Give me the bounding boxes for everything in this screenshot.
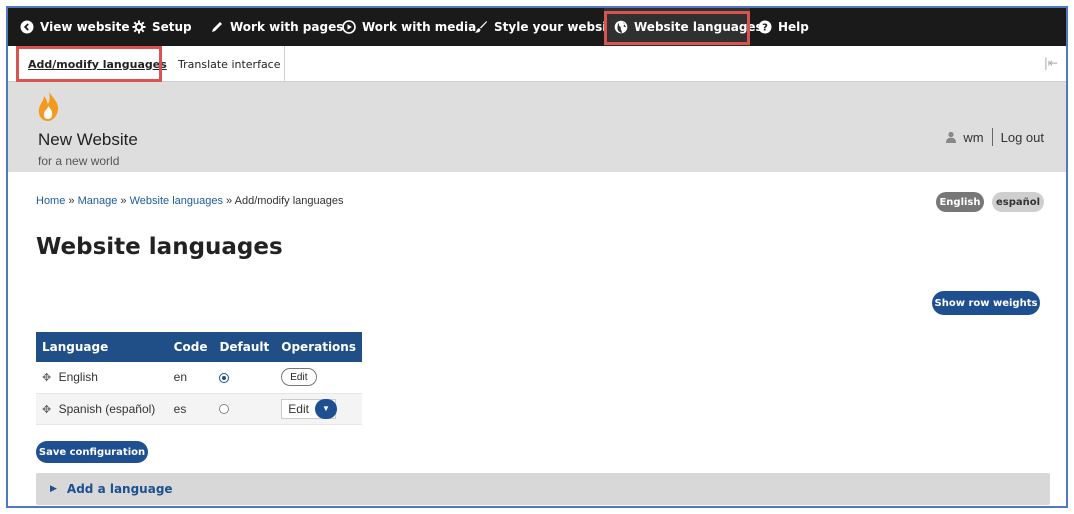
- languages-table: Language Code Default Operations ✥ Engli…: [36, 332, 362, 425]
- show-row-weights-button[interactable]: Show row weights: [932, 291, 1040, 315]
- language-switch-english[interactable]: English: [936, 192, 984, 212]
- divider: [991, 128, 993, 146]
- secondary-tabs: Add/modify languages Translate interface…: [8, 46, 1066, 82]
- toolbar-label: Help: [778, 20, 809, 34]
- flame-icon[interactable]: [36, 90, 62, 122]
- default-radio[interactable]: [219, 404, 230, 415]
- edit-button[interactable]: Edit: [281, 368, 317, 387]
- breadcrumb-website-languages[interactable]: Website languages: [130, 195, 223, 207]
- language-switch-espanol[interactable]: español: [992, 192, 1044, 212]
- site-header: New Website for a new world wm Log out: [8, 82, 1066, 172]
- column-header-default: Default: [213, 332, 276, 362]
- table-row: ✥ English en Edit: [36, 362, 362, 394]
- add-language-details[interactable]: ▶ Add a language: [36, 473, 1050, 505]
- breadcrumb-current: Add/modify languages: [234, 195, 344, 207]
- pencil-icon: [212, 22, 222, 32]
- breadcrumb-separator: »: [120, 195, 127, 207]
- breadcrumb-separator: »: [226, 195, 233, 207]
- breadcrumb-home[interactable]: Home: [36, 195, 65, 207]
- pill-label: español: [995, 196, 1041, 208]
- operations-cell: Edit ▼: [275, 393, 362, 425]
- details-summary-label: Add a language: [66, 482, 173, 496]
- toolbar-work-with-media[interactable]: Work with media: [342, 8, 476, 46]
- code-cell: es: [167, 393, 214, 425]
- user-menu: wm Log out: [945, 128, 1044, 146]
- play-circle-icon: [342, 20, 356, 34]
- breadcrumb-separator: »: [68, 195, 75, 207]
- site-name[interactable]: New Website: [38, 130, 138, 150]
- operations-cell: Edit: [275, 362, 362, 394]
- toolbar-view-website[interactable]: View website: [20, 8, 130, 46]
- edit-dropbutton[interactable]: Edit ▼: [281, 398, 337, 419]
- default-cell: [213, 362, 276, 394]
- question-circle-icon: ?: [758, 20, 772, 34]
- save-configuration-button[interactable]: Save configuration: [36, 441, 148, 463]
- user-icon: [946, 131, 957, 143]
- button-label: Show row weights: [934, 297, 1038, 309]
- toolbar-setup[interactable]: Setup: [132, 8, 192, 46]
- highlight-box-add-modify: [16, 46, 162, 82]
- expand-triangle-icon: ▶: [50, 484, 57, 494]
- toolbar-help[interactable]: ? Help: [758, 8, 809, 46]
- table-row: ✥ Spanish (español) es Edit ▼: [36, 393, 362, 425]
- pill-label: English: [939, 196, 981, 208]
- collapse-toolbar-icon[interactable]: |⇤: [1044, 56, 1058, 70]
- chevron-left-circle-icon: [20, 20, 34, 34]
- page-title: Website languages: [36, 234, 283, 260]
- drag-handle-icon[interactable]: ✥: [42, 404, 51, 416]
- svg-text:?: ?: [762, 23, 768, 34]
- admin-toolbar: View website Setup Work with pages Work …: [8, 8, 1066, 46]
- toolbar-label: Style your website: [494, 20, 621, 34]
- default-cell: [213, 393, 276, 425]
- drag-handle-icon[interactable]: ✥: [42, 372, 51, 384]
- code-cell: en: [167, 362, 214, 394]
- button-label: Save configuration: [38, 446, 146, 458]
- breadcrumb: Home » Manage » Website languages » Add/…: [36, 195, 343, 207]
- language-name: English: [58, 370, 98, 385]
- toolbar-label: View website: [40, 20, 130, 34]
- username-link[interactable]: wm: [963, 130, 983, 145]
- paintbrush-icon: [475, 21, 487, 33]
- edit-button-label[interactable]: Edit: [288, 402, 309, 416]
- language-cell: ✥ English: [36, 362, 168, 394]
- breadcrumb-manage[interactable]: Manage: [78, 195, 118, 207]
- browser-frame: View website Setup Work with pages Work …: [6, 6, 1068, 508]
- column-header-code: Code: [167, 332, 214, 362]
- default-radio-selected[interactable]: [219, 373, 230, 384]
- toolbar-work-with-pages[interactable]: Work with pages: [210, 8, 343, 46]
- chevron-down-icon[interactable]: ▼: [314, 398, 337, 419]
- gear-icon: [132, 20, 146, 34]
- toolbar-label: Work with pages: [230, 20, 344, 34]
- tab-translate-interface[interactable]: Translate interface: [178, 46, 281, 82]
- toolbar-label: Setup: [152, 20, 192, 34]
- column-header-operations: Operations: [275, 332, 362, 362]
- tab-divider: [284, 46, 285, 82]
- language-cell: ✥ Spanish (español): [36, 393, 168, 425]
- tab-label: Translate interface: [178, 57, 281, 71]
- highlight-box-website-languages: [604, 11, 750, 45]
- site-slogan: for a new world: [38, 154, 120, 168]
- toolbar-label: Work with media: [362, 20, 477, 34]
- logout-link[interactable]: Log out: [1001, 130, 1044, 145]
- table-header-row: Language Code Default Operations: [36, 332, 362, 362]
- column-header-language: Language: [36, 332, 168, 362]
- toolbar-style-your-website[interactable]: Style your website: [474, 8, 620, 46]
- language-name: Spanish (español): [58, 401, 156, 416]
